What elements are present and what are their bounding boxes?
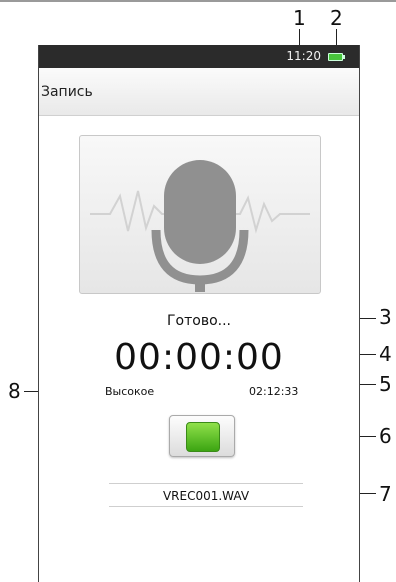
callout-number-6: 6	[379, 424, 392, 448]
callout-number-4: 4	[379, 342, 392, 366]
status-time: 11:20	[286, 49, 321, 63]
stop-icon	[186, 422, 220, 452]
status-bar: 11:20	[39, 45, 359, 68]
remaining-time: 02:12:33	[249, 385, 299, 398]
callout-number-8: 8	[8, 379, 21, 403]
filename-top-divider	[109, 483, 303, 484]
microphone-icon	[90, 160, 310, 292]
filename-label: VREC001.WAV	[162, 489, 250, 503]
recorder-status: Готово...	[167, 313, 231, 329]
callout-number-5: 5	[379, 372, 392, 396]
page-title: Запись	[41, 84, 93, 100]
stop-button[interactable]	[169, 415, 235, 457]
microphone-panel	[79, 135, 321, 294]
callout-number-2: 2	[330, 6, 343, 30]
recording-timer: 00:00:00	[114, 337, 284, 378]
callout-number-1: 1	[293, 6, 306, 30]
callout-number-3: 3	[379, 305, 392, 329]
top-border-line	[0, 0, 396, 2]
title-bar: Запись	[39, 68, 359, 116]
callout-number-7: 7	[379, 482, 392, 506]
device-screen: 11:20 Запись Готово... 00:00:00 Высокое …	[38, 45, 360, 582]
filename-bottom-divider	[109, 506, 303, 507]
battery-icon	[328, 53, 345, 61]
recording-quality: Высокое	[105, 385, 155, 398]
